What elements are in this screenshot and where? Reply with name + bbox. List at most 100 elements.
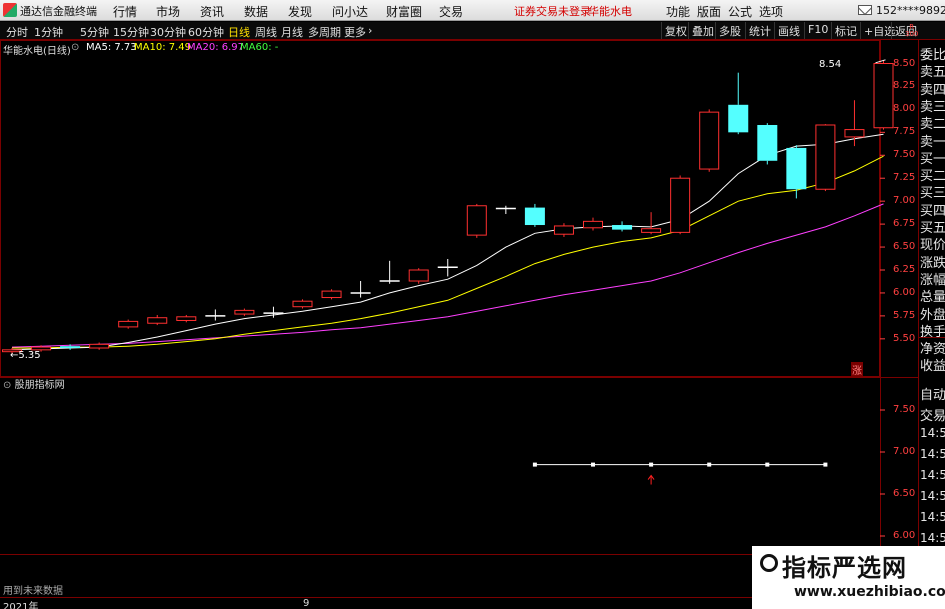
- fuquan-button[interactable]: 复权: [661, 22, 690, 39]
- ma20-legend: MA20: 6.97: [187, 42, 245, 53]
- period-multi[interactable]: 多周期: [308, 24, 341, 40]
- candle-up: [234, 309, 255, 315]
- chevron-down-icon[interactable]: ⊙: [3, 380, 11, 391]
- menu-item-shuju[interactable]: 数据: [244, 3, 268, 20]
- quote-item: 买二: [920, 169, 945, 185]
- menu-item-shichang[interactable]: 市场: [156, 3, 180, 20]
- period-weekly[interactable]: 周线: [255, 24, 277, 40]
- quote-item: 14:56: [920, 510, 945, 524]
- y-tick-label: 6.25: [893, 263, 916, 275]
- sub-marker: [649, 462, 654, 467]
- menu-item-faxian[interactable]: 发现: [288, 3, 312, 20]
- quote-item: 卖五: [920, 65, 945, 81]
- sub-panel-name: 股朋指标网: [14, 380, 65, 391]
- watermark-logo-icon: [760, 554, 778, 572]
- quote-item: 14:56: [920, 468, 945, 482]
- message-icon[interactable]: [858, 5, 872, 15]
- sub-marker: [591, 462, 595, 467]
- quote-item: 买四: [920, 203, 945, 219]
- period-5min[interactable]: 5分钟: [80, 24, 109, 40]
- tongji-button[interactable]: 统计: [745, 22, 774, 39]
- period-monthly[interactable]: 月线: [281, 24, 303, 40]
- menu-item-banmian[interactable]: 版面: [697, 3, 721, 20]
- period-daily[interactable]: 日线: [228, 24, 250, 40]
- high-price-label: 8.54: [819, 59, 842, 70]
- period-60min[interactable]: 60分钟: [188, 24, 224, 40]
- app-logo-icon: [3, 3, 17, 17]
- period-30min[interactable]: 30分钟: [150, 24, 186, 40]
- x-axis-year: 2021年: [3, 602, 39, 609]
- sub-indicator: [532, 462, 828, 485]
- r-badge: R 300: [905, 24, 918, 38]
- duogu-button[interactable]: 多股: [715, 22, 744, 39]
- menu-item-zixun[interactable]: 资讯: [200, 3, 224, 20]
- y-tick-label: 7.25: [893, 172, 916, 184]
- candle-up: [815, 124, 836, 190]
- candle-down: [612, 225, 633, 230]
- ma5-line: [11, 133, 884, 351]
- candle-up: [553, 225, 574, 235]
- candle-up: [844, 129, 865, 138]
- quote-item: 14:56: [920, 531, 945, 545]
- candle-up: [641, 228, 662, 233]
- quote-item: 卖四: [920, 82, 945, 98]
- quote-column: 委比 卖五 卖四 卖三 卖二 卖一 买一 买二 买三 买四 买五 现价 涨跌 涨幅 总量 外盘 换手 净资 收益 自动…: [918, 40, 945, 609]
- y-tick-label: 5.75: [893, 309, 916, 321]
- x-axis: 2021年 9: [0, 597, 880, 609]
- period-more[interactable]: 更多: [344, 24, 366, 40]
- y-tick-label: 6.75: [893, 218, 916, 230]
- quote-item: 收益: [920, 359, 945, 375]
- candle-up: [292, 300, 313, 308]
- kline-chart[interactable]: [0, 40, 918, 597]
- period-15min[interactable]: 15分钟: [113, 24, 149, 40]
- ma60-legend: MA60: -: [240, 42, 279, 53]
- sub-y-tick-label: 6.50: [893, 488, 916, 499]
- quote-item: 委比: [920, 48, 945, 63]
- candle-up: [583, 220, 603, 229]
- quote-item: 现价: [920, 238, 945, 254]
- candle-up: [321, 290, 342, 299]
- biaoji-button[interactable]: 标记: [831, 22, 860, 39]
- menu-item-hangqing[interactable]: 行情: [113, 3, 137, 20]
- y-tick-label: 8.00: [893, 103, 916, 115]
- zhang-badge[interactable]: 涨: [851, 362, 863, 377]
- candle-down: [728, 104, 749, 133]
- menu-item-gongshi[interactable]: 公式: [728, 3, 752, 20]
- diejia-button[interactable]: 叠加: [688, 22, 717, 39]
- ma5-legend: MA5: 7.73: [86, 42, 137, 53]
- menu-item-xuanxiang[interactable]: 选项: [759, 3, 783, 20]
- period-1min[interactable]: 1分钟: [34, 24, 63, 40]
- r-badge-bottom: 300: [905, 30, 919, 38]
- sub-panel-title: ⊙ 股朋指标网: [3, 376, 65, 391]
- ma-lines: [11, 133, 884, 351]
- candle-down: [786, 147, 807, 190]
- candle-up: [466, 205, 487, 236]
- quote-item: 买一: [920, 151, 945, 167]
- y-tick-label: 8.50: [893, 57, 916, 69]
- quote-item: 外盘: [920, 307, 945, 323]
- sub-y-tick-label: 7.00: [893, 446, 916, 457]
- ma10-line: [12, 155, 884, 349]
- quote-item: 14:56: [920, 489, 945, 503]
- period-fenshi[interactable]: 分时: [6, 24, 28, 40]
- watermark-title: 指标严选网: [782, 554, 907, 582]
- chevron-down-icon[interactable]: ⊙: [71, 42, 79, 53]
- quote-item: 自动: [920, 388, 945, 403]
- f10-button[interactable]: F10: [804, 22, 831, 39]
- quote-item: 卖一: [920, 134, 945, 150]
- menu-item-gongneng[interactable]: 功能: [666, 3, 690, 20]
- login-warning[interactable]: 证券交易未登录: [514, 3, 591, 19]
- user-account[interactable]: 152****9892: [876, 4, 945, 17]
- quote-item: 涨跌: [920, 255, 945, 271]
- candle-up: [699, 111, 720, 170]
- huaxian-button[interactable]: 画线: [774, 22, 803, 39]
- quote-item: 买三: [920, 186, 945, 202]
- candle-down: [524, 207, 545, 226]
- chevron-right-icon[interactable]: ›: [368, 24, 372, 37]
- low-price-label: ←5.35: [10, 350, 41, 361]
- future-data-note: 用到未来数据: [3, 586, 63, 597]
- menu-item-wenxiaoda[interactable]: 问小达: [332, 3, 368, 20]
- menu-item-jiaoyi[interactable]: 交易: [439, 3, 463, 20]
- menu-item-caifuquan[interactable]: 财富圈: [386, 3, 422, 20]
- sub-marker: [765, 462, 770, 467]
